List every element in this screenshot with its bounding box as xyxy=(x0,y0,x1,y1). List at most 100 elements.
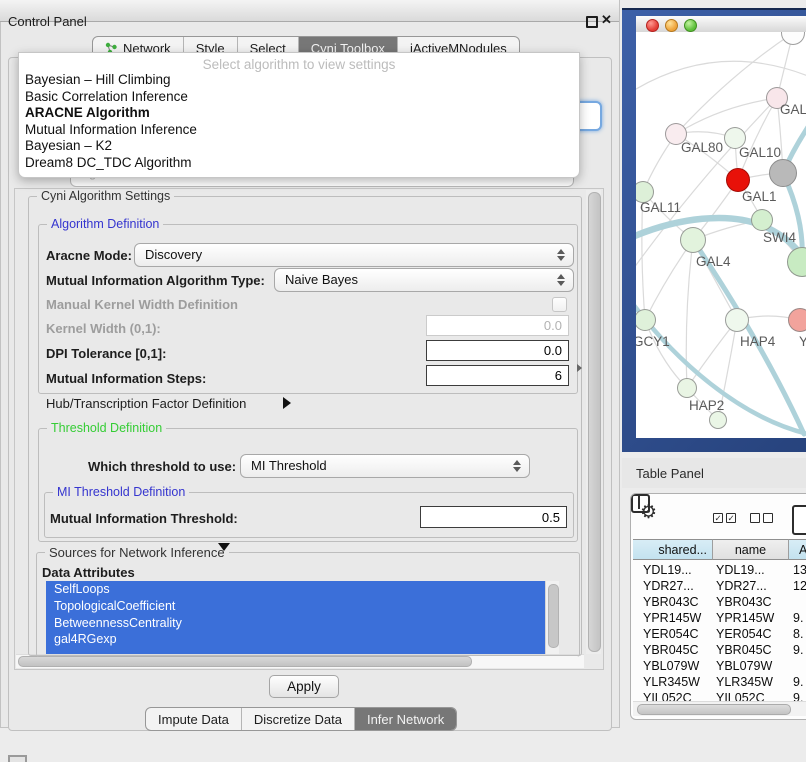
dpi-tolerance-input[interactable] xyxy=(426,340,569,361)
zoom-traffic-button[interactable] xyxy=(684,19,697,32)
mi-steps-input[interactable] xyxy=(426,365,569,386)
table-row[interactable]: YLR345W YLR345W 9. xyxy=(633,675,806,691)
gear-icon[interactable]: ⚙ xyxy=(640,501,657,524)
control-panel-titlebar[interactable] xyxy=(0,0,619,22)
dpi-tolerance-label: DPI Tolerance [0,1]: xyxy=(46,346,166,361)
network-window: GAL GAL80 GAL10 GAL1 GAL11 SWI4 GAL4 GCY… xyxy=(636,16,806,438)
tab-impute-data[interactable]: Impute Data xyxy=(146,708,241,730)
attribute-item[interactable]: TopologicalCoefficient xyxy=(46,598,545,615)
unchecked-checkbox-icon[interactable] xyxy=(763,513,773,523)
checked-checkbox-icon[interactable]: ✓ xyxy=(726,513,736,523)
mi-threshold-group-title: MI Threshold Definition xyxy=(53,485,189,499)
node-hap2[interactable] xyxy=(677,378,697,398)
mi-type-label: Mutual Information Algorithm Type: xyxy=(46,273,265,288)
table-horizontal-scrollbar-thumb[interactable] xyxy=(637,704,791,715)
manual-kernel-label: Manual Kernel Width Definition xyxy=(46,297,238,312)
splitter-collapse-arrow[interactable] xyxy=(577,364,582,372)
table-row[interactable]: YDL19... YDL19... 13 xyxy=(633,563,806,579)
combo-stepper-icon xyxy=(557,273,566,287)
expander-down-icon[interactable] xyxy=(218,543,230,551)
mi-threshold-label: Mutual Information Threshold: xyxy=(50,511,238,526)
node-label: GAL xyxy=(780,102,806,117)
column-header-shared-name[interactable]: shared... xyxy=(633,539,713,560)
popup-item-selected[interactable]: ARACNE Algorithm xyxy=(19,105,579,122)
node-label: HAP2 xyxy=(689,398,724,413)
data-attributes-list: SelfLoops TopologicalCoefficient Between… xyxy=(46,581,545,654)
popup-placeholder: Select algorithm to view settings xyxy=(19,57,579,72)
checked-checkbox-icon[interactable]: ✓ xyxy=(713,513,723,523)
popup-item[interactable]: Bayesian – K2 xyxy=(19,138,579,155)
table-row[interactable]: YBR043C YBR043C xyxy=(633,595,806,611)
mi-type-combobox[interactable]: Naive Bayes xyxy=(274,268,574,292)
popup-item[interactable]: Bayesian – Hill Climbing xyxy=(19,72,579,89)
table-row[interactable]: YPR145W YPR145W 9. xyxy=(633,611,806,627)
node-hap4[interactable] xyxy=(725,308,749,332)
bottom-tabbar: Impute Data Discretize Data Infer Networ… xyxy=(145,707,457,731)
bottom-left-widget[interactable] xyxy=(8,755,27,762)
aracne-mode-label: Aracne Mode: xyxy=(46,248,132,263)
cyni-algorithm-settings-title: Cyni Algorithm Settings xyxy=(37,189,174,203)
table-panel-window: ⚙ ✓ ✓ shared... name A YDL19... YDL19...… xyxy=(630,493,806,720)
attribute-item[interactable]: BetweennessCentrality xyxy=(46,615,545,632)
which-threshold-label: Which threshold to use: xyxy=(88,459,236,474)
minimize-traffic-button[interactable] xyxy=(665,19,678,32)
node-gray[interactable] xyxy=(769,159,797,187)
column-header-partial[interactable]: A xyxy=(789,539,806,560)
data-attributes-label: Data Attributes xyxy=(42,565,135,580)
table-mode-icon[interactable] xyxy=(792,505,806,535)
which-threshold-combobox[interactable]: MI Threshold xyxy=(240,454,530,478)
desktop: Control Panel ✕ Network Style Select Cyn… xyxy=(0,0,806,762)
algorithm-popup: Select algorithm to view settings Bayesi… xyxy=(18,52,580,178)
expander-right-icon[interactable] xyxy=(283,397,291,409)
node-label: GCY1 xyxy=(636,334,670,349)
table-row[interactable]: YIL052C YIL052C 9. xyxy=(633,691,806,701)
table-row[interactable]: YDR27... YDR27... 12 xyxy=(633,579,806,595)
table-row[interactable]: YBL079W YBL079W xyxy=(633,659,806,675)
mi-steps-label: Mutual Information Steps: xyxy=(46,371,206,386)
popup-item[interactable]: Mutual Information Inference xyxy=(19,122,579,139)
attribute-item[interactable]: SelfLoops xyxy=(46,581,545,598)
kernel-width-input[interactable] xyxy=(426,315,569,336)
close-traffic-button[interactable] xyxy=(646,19,659,32)
manual-kernel-checkbox[interactable] xyxy=(552,297,567,312)
apply-button[interactable]: Apply xyxy=(269,675,339,698)
column-header-name[interactable]: name xyxy=(713,539,789,560)
popup-item[interactable]: Dream8 DC_TDC Algorithm xyxy=(19,155,579,172)
mi-threshold-input[interactable] xyxy=(420,506,567,528)
float-window-icon[interactable] xyxy=(586,16,598,28)
combo-stepper-icon xyxy=(513,459,522,473)
node-unlabeled[interactable] xyxy=(709,411,727,429)
attribute-item[interactable]: gal4RGexp xyxy=(46,631,545,648)
node-gal1[interactable] xyxy=(751,209,773,231)
table-panel-title: Table Panel xyxy=(636,466,704,481)
network-canvas[interactable]: GAL GAL80 GAL10 GAL1 GAL11 SWI4 GAL4 GCY… xyxy=(636,32,806,438)
popup-item[interactable]: Basic Correlation Inference xyxy=(19,89,579,106)
node-label: HAP4 xyxy=(740,334,775,349)
attributes-scrollbar[interactable] xyxy=(545,581,559,654)
node-gal4[interactable] xyxy=(680,227,706,253)
threshold-definition-title: Threshold Definition xyxy=(47,421,166,435)
node-salmon[interactable] xyxy=(788,308,806,332)
attributes-scrollbar-thumb[interactable] xyxy=(548,584,559,648)
node-label: GAL11 xyxy=(640,200,681,215)
kernel-width-label: Kernel Width (0,1): xyxy=(46,321,161,336)
node-label: GAL10 xyxy=(739,145,781,160)
node-label: GAL4 xyxy=(696,254,731,269)
table-horizontal-scrollbar[interactable] xyxy=(633,701,806,716)
close-icon[interactable]: ✕ xyxy=(601,12,612,28)
sources-group-title: Sources for Network Inference xyxy=(45,545,229,560)
horizontal-scrollbar-thumb[interactable] xyxy=(18,656,472,667)
hub-expander-label[interactable]: Hub/Transcription Factor Definition xyxy=(46,396,246,411)
network-window-titlebar[interactable] xyxy=(636,16,806,33)
control-panel-title: Control Panel xyxy=(8,14,87,29)
table-row[interactable]: YBR045C YBR045C 9. xyxy=(633,643,806,659)
aracne-mode-combobox[interactable]: Discovery xyxy=(134,243,574,267)
vertical-scrollbar-thumb[interactable] xyxy=(588,192,601,652)
node-label: GAL1 xyxy=(742,189,777,204)
tab-discretize-data[interactable]: Discretize Data xyxy=(241,708,354,730)
tab-infer-network[interactable]: Infer Network xyxy=(354,708,456,730)
table-row[interactable]: YER054C YER054C 8. xyxy=(633,627,806,643)
unchecked-checkbox-icon[interactable] xyxy=(750,513,760,523)
node-label: SWI4 xyxy=(763,230,796,245)
combo-stepper-icon xyxy=(557,248,566,262)
